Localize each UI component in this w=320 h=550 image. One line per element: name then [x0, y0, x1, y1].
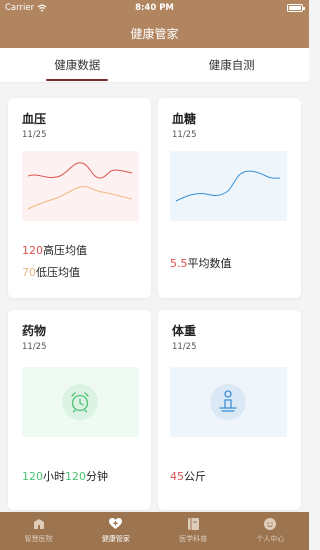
blood-sugar-chart	[170, 151, 287, 221]
medicine-figure	[22, 367, 139, 437]
medicine-minutes-value: 120	[65, 470, 86, 483]
card-title: 血糖	[172, 112, 197, 126]
medicine-hours-unit: 小时	[43, 470, 65, 483]
weight-value: 45	[170, 470, 184, 483]
book-icon	[186, 517, 200, 531]
bottom-nav-item-health-manager[interactable]: 健康管家	[77, 512, 154, 550]
weight-figure	[170, 367, 287, 437]
card-title: 体重	[172, 324, 197, 338]
card-date: 11/25	[22, 130, 47, 140]
medicine-hours-value: 120	[22, 470, 43, 483]
blood-sugar-value: 5.5	[170, 257, 188, 270]
medicine-card[interactable]: 药物 11/25 120小时120分钟	[8, 310, 151, 510]
medicine-value-row: 120小时120分钟	[22, 468, 108, 484]
low-pressure-label: 低压均值	[36, 266, 80, 279]
low-pressure-value-row: 70低压均值	[22, 264, 80, 280]
card-date: 11/25	[172, 130, 197, 140]
bottom-nav-label: 医学科普	[179, 535, 208, 543]
user-face-icon	[263, 517, 277, 531]
card-title: 药物	[22, 324, 47, 338]
high-pressure-value: 120	[22, 244, 43, 257]
medicine-minutes-unit: 分钟	[86, 470, 108, 483]
status-time: 8:40 PM	[135, 3, 174, 13]
blood-pressure-card[interactable]: 血压 11/25 120高压均值 70低压均值	[8, 98, 151, 298]
weight-value-row: 45公斤	[170, 468, 206, 484]
tab-health-data[interactable]: 健康数据	[0, 48, 155, 82]
low-pressure-value: 70	[22, 266, 36, 279]
tab-health-data-label: 健康数据	[54, 58, 101, 72]
card-date: 11/25	[172, 342, 197, 352]
bottom-nav-item-science[interactable]: 医学科普	[155, 512, 232, 550]
tab-health-self-test-label: 健康自测	[208, 58, 255, 72]
bottom-nav-item-profile[interactable]: 个人中心	[232, 512, 309, 550]
weight-unit: 公斤	[184, 470, 206, 483]
blood-sugar-label: 平均数值	[187, 257, 232, 270]
high-pressure-label: 高压均值	[43, 244, 87, 257]
heart-plus-icon	[109, 517, 123, 531]
blood-pressure-chart	[22, 151, 139, 221]
chart-background	[170, 151, 287, 221]
page-title: 健康管家	[130, 26, 179, 41]
tab-health-self-test[interactable]: 健康自测	[155, 48, 310, 82]
bottom-nav-label: 个人中心	[256, 535, 285, 543]
chart-background	[22, 151, 139, 221]
scale-icon-halo	[210, 384, 246, 420]
battery-icon	[287, 4, 305, 12]
hospital-icon	[32, 517, 46, 531]
blood-sugar-value-row: 5.5平均数值	[170, 255, 232, 271]
bottom-nav-item-hospital[interactable]: 智慧医院	[0, 512, 77, 550]
bottom-nav-label: 健康管家	[101, 535, 130, 543]
status-bar: Carrier 8:40 PM	[0, 0, 309, 18]
bottom-nav: 智慧医院 健康管家 医学科普 个人中心	[0, 512, 309, 550]
bottom-nav-label: 智慧医院	[24, 535, 53, 543]
blood-sugar-card[interactable]: 血糖 11/25 5.5平均数值	[158, 98, 301, 298]
nav-bar: 健康管家	[0, 18, 309, 48]
high-pressure-value-row: 120高压均值	[22, 242, 87, 258]
card-title: 血压	[22, 112, 47, 126]
card-date: 11/25	[22, 342, 47, 352]
tab-bar: 健康数据 健康自测	[0, 48, 309, 83]
weight-card[interactable]: 体重 11/25 45公斤	[158, 310, 301, 510]
